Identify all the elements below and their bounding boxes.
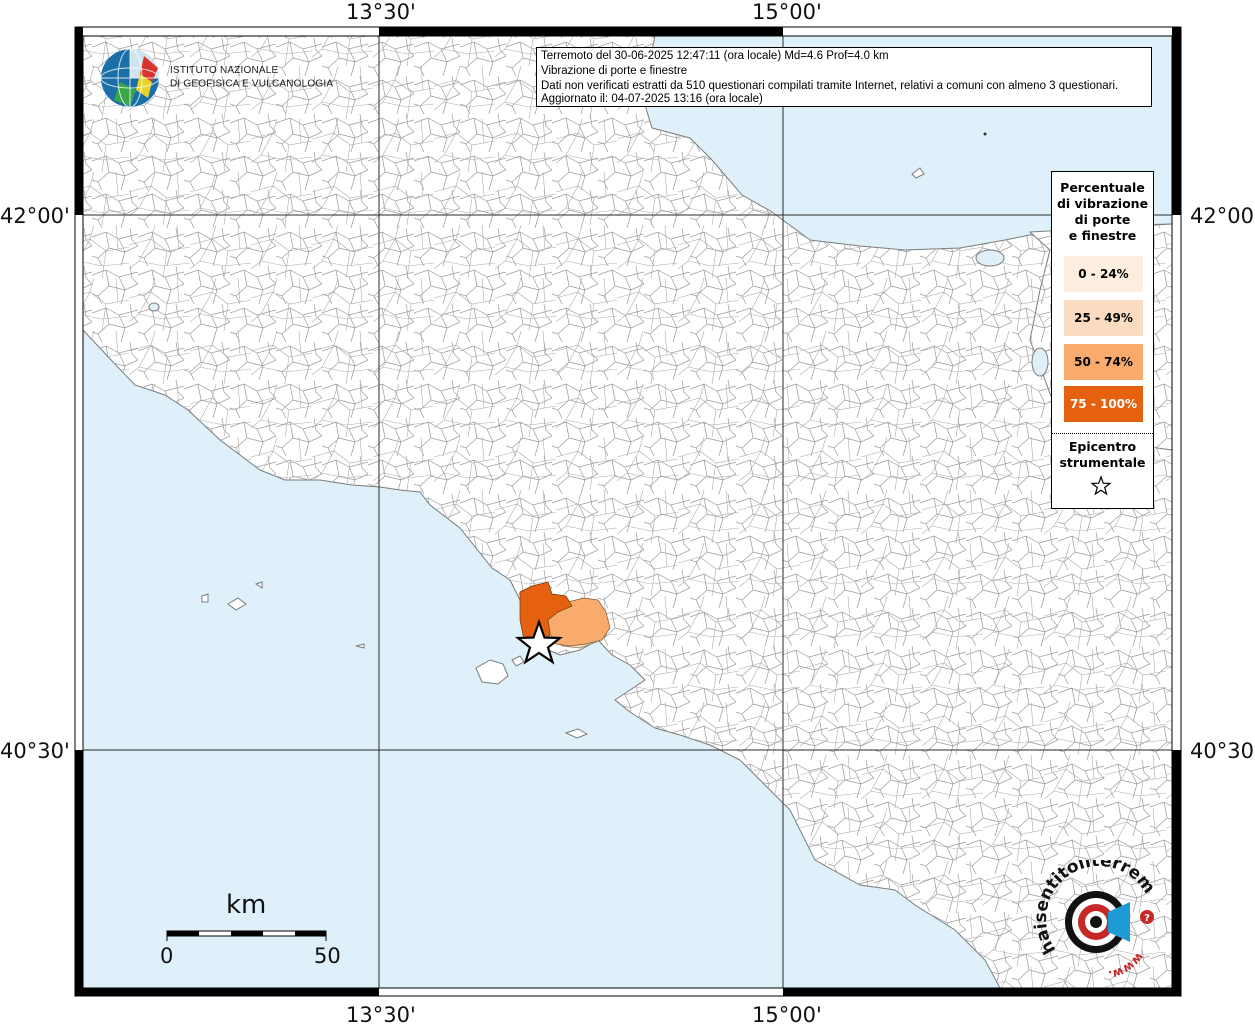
scale-unit: km: [226, 890, 267, 920]
scale-min: 0: [160, 944, 174, 968]
legend-item-0-24: 0 - 24%: [1064, 256, 1143, 292]
star-outline-icon: [1090, 475, 1112, 496]
tick-lon-east-top: 15°00': [752, 0, 822, 24]
legend-separator: [1052, 433, 1153, 434]
island-small: [201, 593, 209, 603]
event-info-line: Terremoto del 30-06-2025 12:47:11 (ora l…: [541, 50, 889, 62]
earthquake-target-icon[interactable]: ? haisentitoilterremoto.it www.: [1030, 860, 1165, 980]
tick-lat-north-left: 42°00': [0, 204, 70, 228]
event-info-line: Vibrazione di porte e finestre: [541, 65, 688, 77]
legend-item-75-100: 75 - 100%: [1064, 386, 1143, 422]
tick-lon-west-bottom: 13°30': [346, 1003, 416, 1027]
legend-epicenter-label: Epicentro strumentale: [1059, 439, 1146, 470]
lake: [1031, 347, 1049, 377]
tick-lat-north-right: 42°00': [1190, 204, 1255, 228]
lake: [148, 302, 160, 312]
scale-max: 50: [314, 944, 341, 968]
legend: Percentuale di vibrazione di porte e fin…: [1051, 171, 1154, 509]
svg-text:www.: www.: [1107, 950, 1147, 980]
ingv-logo-icon: [100, 48, 160, 108]
event-info-line: Aggiornato il: 04-07-2025 13:16 (ora loc…: [541, 93, 763, 105]
island-small: [983, 132, 987, 136]
badge-www: www.: [1107, 950, 1147, 980]
ingv-logo-text: ISTITUTO NAZIONALE DI GEOFISICA E VULCAN…: [170, 64, 334, 90]
lake: [975, 249, 1005, 267]
svg-text:?: ?: [1144, 913, 1150, 924]
tick-lat-south-left: 40°30': [0, 739, 70, 763]
legend-title: Percentuale di vibrazione di porte e fin…: [1056, 180, 1149, 243]
tick-lon-east-bottom: 15°00': [752, 1003, 822, 1027]
tick-lon-west-top: 13°30': [346, 0, 416, 24]
tick-lat-south-right: 40°30': [1190, 739, 1255, 763]
event-info-box: Terremoto del 30-06-2025 12:47:11 (ora l…: [536, 47, 1152, 107]
legend-item-50-74: 50 - 74%: [1064, 344, 1143, 380]
legend-item-25-49: 25 - 49%: [1064, 300, 1143, 336]
